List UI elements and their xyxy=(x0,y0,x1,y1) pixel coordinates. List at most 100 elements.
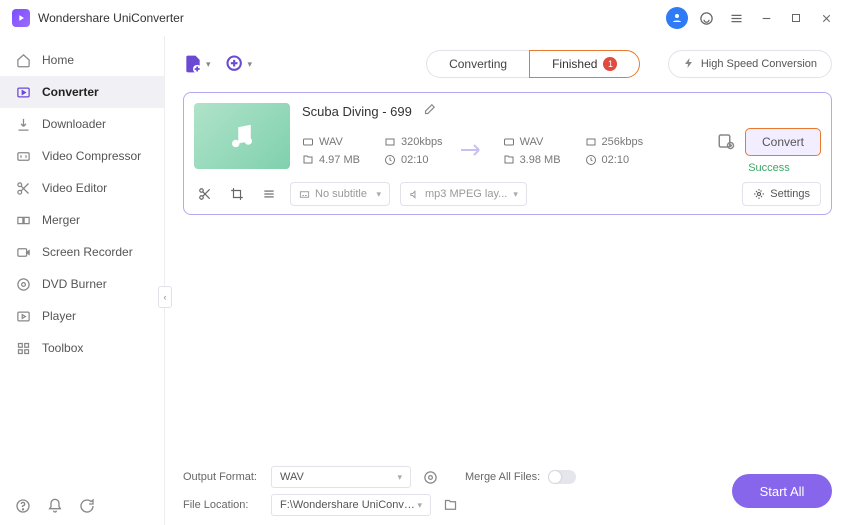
merge-toggle[interactable] xyxy=(548,470,576,484)
app-logo xyxy=(12,9,30,27)
sidebar-item-label: Screen Recorder xyxy=(42,245,133,259)
chevron-down-icon: ▾ xyxy=(417,500,422,511)
sidebar-item-label: Home xyxy=(42,53,74,67)
app-title: Wondershare UniConverter xyxy=(38,11,184,25)
sidebar-item-downloader[interactable]: Downloader xyxy=(0,108,164,140)
sidebar-item-recorder[interactable]: Screen Recorder xyxy=(0,236,164,268)
download-icon xyxy=(14,115,32,133)
output-format-select[interactable]: WAV ▾ xyxy=(271,466,411,488)
arrow-icon xyxy=(461,142,485,161)
bolt-icon xyxy=(683,57,695,72)
footer-bar: Output Format: WAV ▾ Merge All Files: Fi… xyxy=(183,455,832,519)
converter-icon xyxy=(14,83,32,101)
merge-label: Merge All Files: xyxy=(465,471,540,483)
help-icon[interactable] xyxy=(14,497,32,515)
high-speed-label: High Speed Conversion xyxy=(701,58,817,70)
file-card: Scuba Diving - 699 WAV 320kbps 4.97 MB 0… xyxy=(183,92,832,215)
subtitle-dropdown[interactable]: No subtitle ▾ xyxy=(290,182,390,206)
dst-size: 3.98 MB xyxy=(520,154,561,166)
sidebar-item-home[interactable]: Home xyxy=(0,44,164,76)
sidebar-item-label: Player xyxy=(42,309,76,323)
sidebar-item-label: Video Editor xyxy=(42,181,107,195)
toolbox-icon xyxy=(14,339,32,357)
sidebar-item-label: Toolbox xyxy=(42,341,83,355)
feedback-icon[interactable] xyxy=(78,497,96,515)
src-format: WAV xyxy=(319,136,343,148)
settings-label: Settings xyxy=(770,188,810,200)
sidebar-item-label: Merger xyxy=(42,213,80,227)
finished-count-badge: 1 xyxy=(603,57,617,71)
file-location-select[interactable]: F:\Wondershare UniConverter ▾ xyxy=(271,494,431,516)
toolbar: ▾ ▾ Converting Finished 1 High Speed Con… xyxy=(183,46,832,82)
sidebar-item-merger[interactable]: Merger xyxy=(0,204,164,236)
sidebar-item-compressor[interactable]: Video Compressor xyxy=(0,140,164,172)
dst-format: WAV xyxy=(520,136,544,148)
file-location-value: F:\Wondershare UniConverter xyxy=(280,499,417,511)
scissors-icon xyxy=(14,179,32,197)
file-title: Scuba Diving - 699 xyxy=(302,104,412,119)
chevron-down-icon: ▾ xyxy=(513,189,518,200)
sidebar: Home Converter Downloader Video Compress… xyxy=(0,36,165,525)
chevron-down-icon: ▾ xyxy=(248,59,253,70)
sidebar-item-player[interactable]: Player xyxy=(0,300,164,332)
output-format-label: Output Format: xyxy=(183,471,271,483)
tab-converting[interactable]: Converting xyxy=(426,50,529,78)
edit-title-icon[interactable] xyxy=(422,103,436,120)
src-size: 4.97 MB xyxy=(319,154,360,166)
add-file-button[interactable]: ▾ xyxy=(183,54,211,74)
sidebar-item-label: Converter xyxy=(42,85,99,99)
item-settings-button[interactable]: Settings xyxy=(742,182,821,206)
sidebar-collapse-toggle[interactable]: ‹ xyxy=(158,286,172,308)
window-maximize[interactable] xyxy=(784,6,808,30)
target-meta: WAV 256kbps 3.98 MB 02:10 xyxy=(503,136,644,166)
merger-icon xyxy=(14,211,32,229)
notifications-icon[interactable] xyxy=(46,497,64,515)
window-minimize[interactable] xyxy=(754,6,778,30)
src-duration: 02:10 xyxy=(401,154,429,166)
sidebar-item-dvd[interactable]: DVD Burner xyxy=(0,268,164,300)
output-format-value: WAV xyxy=(280,471,304,483)
dst-duration: 02:10 xyxy=(602,154,630,166)
status-text: Success xyxy=(748,162,790,174)
source-meta: WAV 320kbps 4.97 MB 02:10 xyxy=(302,136,443,166)
file-location-label: File Location: xyxy=(183,499,271,511)
audio-track-dropdown[interactable]: mp3 MPEG lay... ▾ xyxy=(400,182,527,206)
sidebar-item-converter[interactable]: Converter xyxy=(0,76,164,108)
sidebar-item-label: DVD Burner xyxy=(42,277,107,291)
output-settings-icon[interactable] xyxy=(717,132,735,153)
disc-icon xyxy=(14,275,32,293)
window-close[interactable] xyxy=(814,6,838,30)
support-icon[interactable] xyxy=(694,6,718,30)
chevron-down-icon: ▾ xyxy=(206,59,211,70)
src-bitrate: 320kbps xyxy=(401,136,443,148)
dst-bitrate: 256kbps xyxy=(602,136,644,148)
add-url-button[interactable]: ▾ xyxy=(225,54,253,74)
sidebar-item-editor[interactable]: Video Editor xyxy=(0,172,164,204)
audio-value: mp3 MPEG lay... xyxy=(425,188,507,200)
home-icon xyxy=(14,51,32,69)
start-all-button[interactable]: Start All xyxy=(732,474,832,508)
more-icon[interactable] xyxy=(258,183,280,205)
menu-icon[interactable] xyxy=(724,6,748,30)
compressor-icon xyxy=(14,147,32,165)
high-speed-button[interactable]: High Speed Conversion xyxy=(668,50,832,78)
sidebar-item-label: Downloader xyxy=(42,117,106,131)
subtitle-value: No subtitle xyxy=(315,188,367,200)
tab-label: Finished xyxy=(552,57,597,71)
tab-label: Converting xyxy=(449,57,507,71)
convert-button[interactable]: Convert xyxy=(745,128,821,156)
account-avatar[interactable] xyxy=(666,7,688,29)
open-folder-icon[interactable] xyxy=(439,494,461,516)
crop-icon[interactable] xyxy=(226,183,248,205)
sidebar-item-toolbox[interactable]: Toolbox xyxy=(0,332,164,364)
tab-finished[interactable]: Finished 1 xyxy=(529,50,640,78)
format-settings-icon[interactable] xyxy=(419,466,441,488)
main-panel: ▾ ▾ Converting Finished 1 High Speed Con… xyxy=(165,36,850,525)
titlebar: Wondershare UniConverter xyxy=(0,0,850,36)
trim-icon[interactable] xyxy=(194,183,216,205)
recorder-icon xyxy=(14,243,32,261)
sidebar-item-label: Video Compressor xyxy=(42,149,141,163)
chevron-down-icon: ▾ xyxy=(397,472,402,483)
play-icon xyxy=(14,307,32,325)
file-thumbnail[interactable] xyxy=(194,103,290,169)
